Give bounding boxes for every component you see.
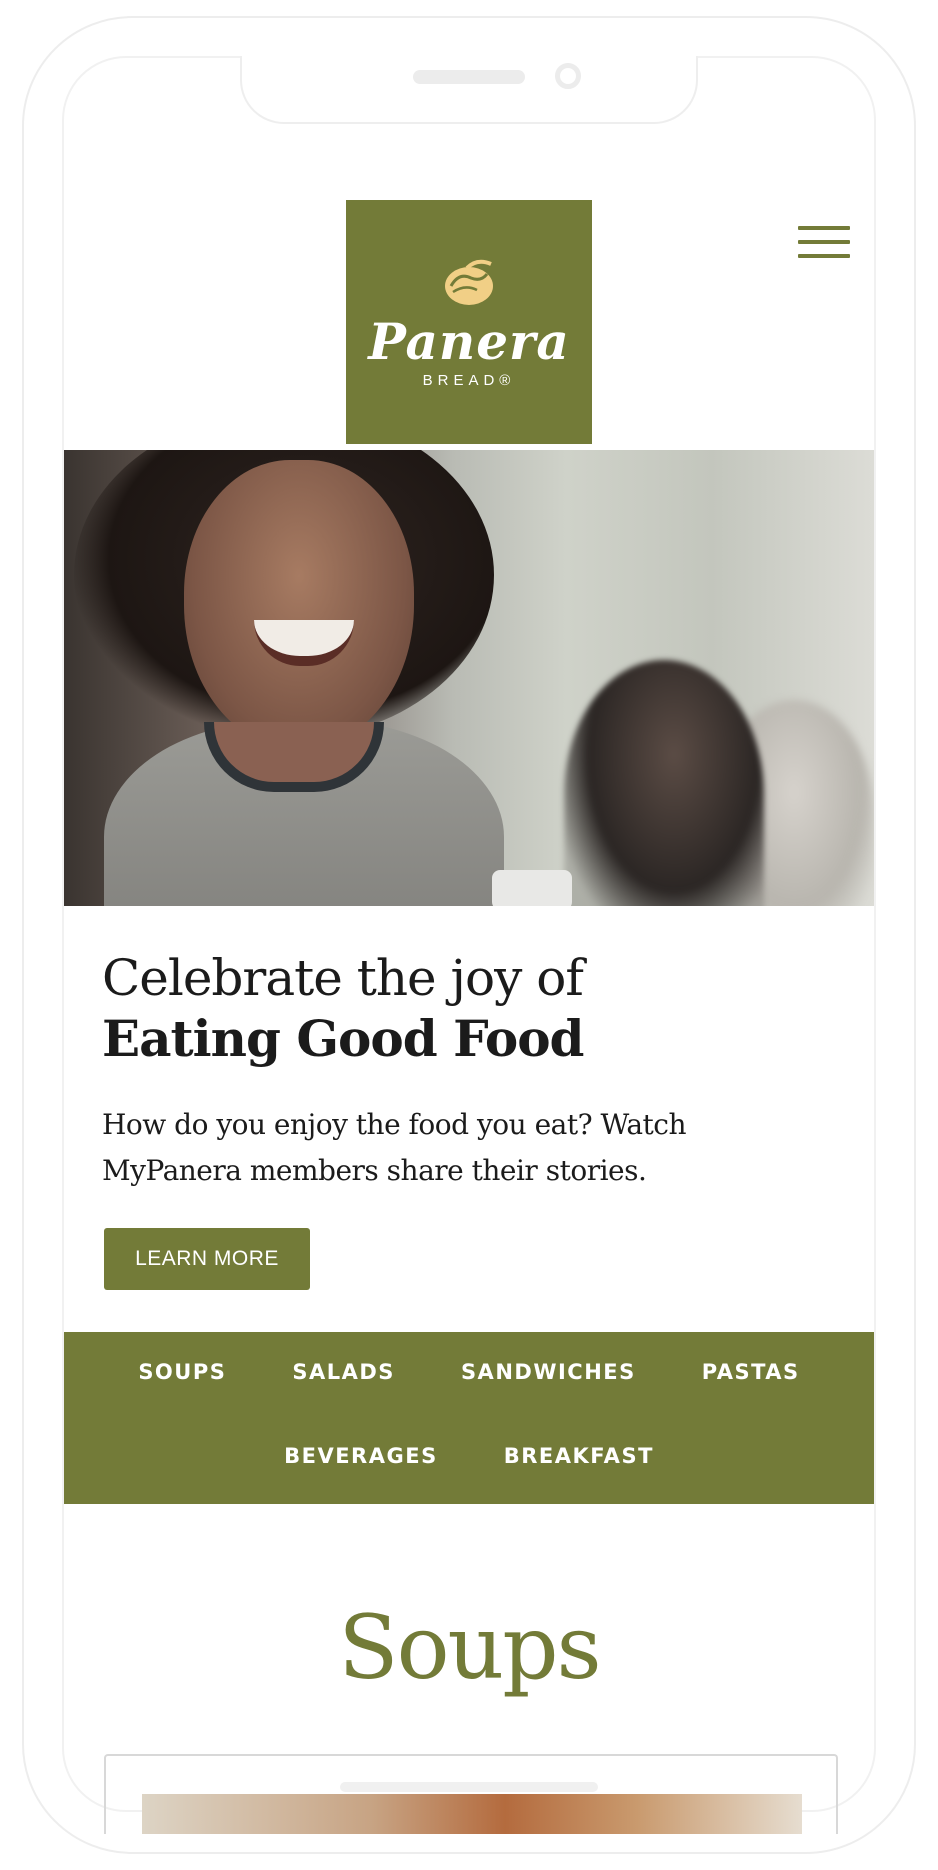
panera-logo[interactable]: Panera BREAD® [346, 200, 592, 444]
hero-bg-person [564, 660, 764, 906]
device-notch [240, 56, 698, 124]
section-title: Soups [338, 1596, 601, 1699]
category-soups[interactable]: SOUPS [138, 1360, 226, 1384]
product-card-image [142, 1794, 802, 1834]
category-sandwiches[interactable]: SANDWICHES [461, 1360, 636, 1384]
home-indicator [340, 1782, 598, 1792]
panera-loaf-icon [445, 259, 493, 305]
category-nav: SOUPS SALADS SANDWICHES PASTAS BEVERAGES… [64, 1332, 874, 1504]
hero-headline-line1: Celebrate the joy of [102, 949, 584, 1007]
category-row: BEVERAGES BREAKFAST [64, 1444, 874, 1468]
device-speaker [413, 70, 525, 84]
logo-subtitle: BREAD® [422, 371, 516, 389]
hamburger-menu-icon[interactable] [798, 226, 850, 266]
logo-wordmark: Panera [368, 311, 570, 371]
category-beverages[interactable]: BEVERAGES [284, 1444, 438, 1468]
category-breakfast[interactable]: BREAKFAST [504, 1444, 654, 1468]
learn-more-button[interactable]: LEARN MORE [104, 1228, 310, 1290]
hero-body-text: How do you enjoy the food you eat? Watch… [102, 1108, 687, 1187]
menu-line [798, 226, 850, 230]
hero-face [184, 460, 414, 750]
menu-line [798, 240, 850, 244]
category-row: SOUPS SALADS SANDWICHES PASTAS [64, 1360, 874, 1384]
device-camera [555, 63, 581, 89]
hero-image [64, 450, 874, 906]
hero-headline-line2: Eating Good Food [102, 1009, 585, 1068]
category-pastas[interactable]: PASTAS [702, 1360, 800, 1384]
category-salads[interactable]: SALADS [292, 1360, 395, 1384]
hero-cup [492, 870, 572, 906]
menu-line [798, 254, 850, 258]
